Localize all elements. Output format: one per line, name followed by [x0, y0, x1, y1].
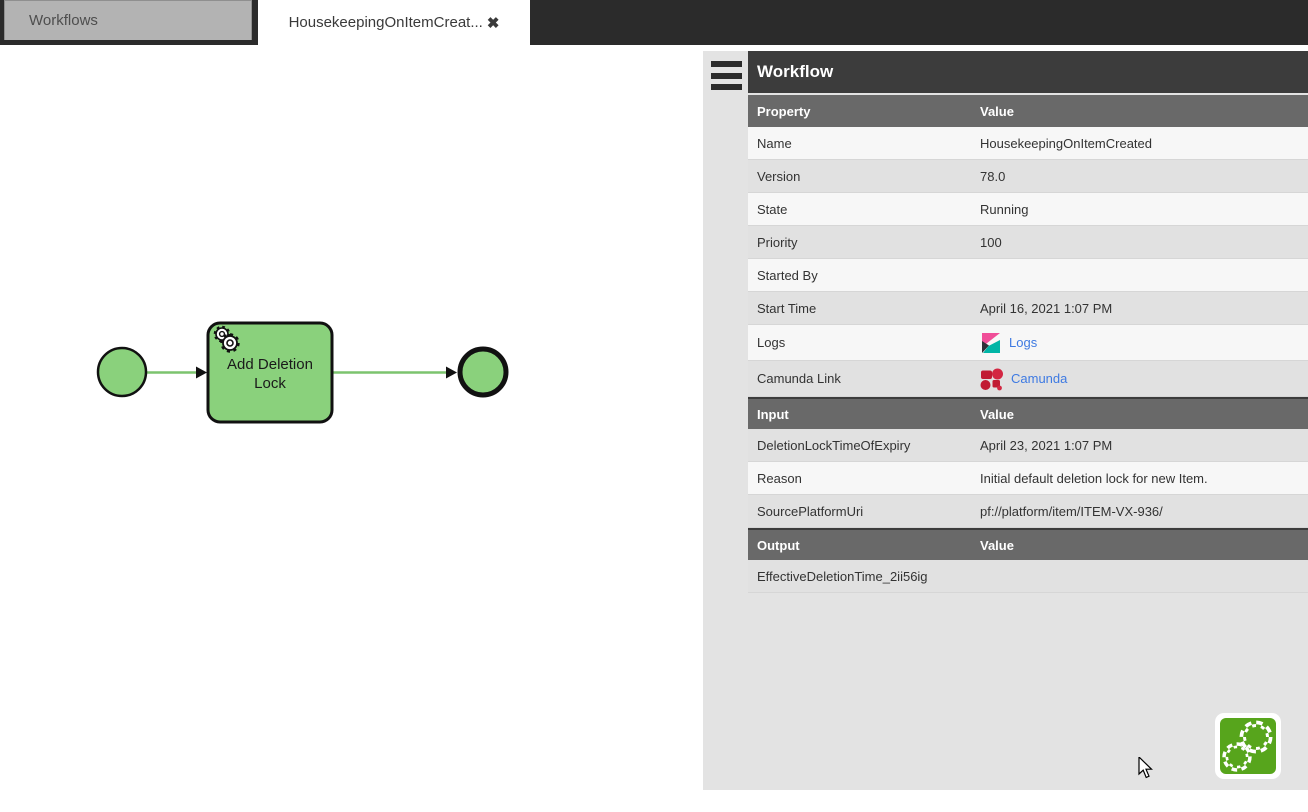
table-row-source-platform-uri: SourcePlatformUri pf://platform/item/ITE… — [748, 495, 1308, 528]
workflow-table-header: Property Value — [748, 95, 1308, 127]
logs-link[interactable]: Logs — [1009, 335, 1037, 350]
kibana-logo-icon — [980, 332, 1002, 354]
camunda-brand-logo[interactable] — [1215, 713, 1281, 779]
property-cell: Started By — [748, 268, 980, 283]
column-header-value: Value — [980, 407, 1308, 422]
bpmn-canvas[interactable]: Add Deletion Lock — [0, 45, 703, 790]
column-header-property: Property — [748, 104, 980, 119]
value-cell: Running — [980, 202, 1308, 217]
camunda-link[interactable]: Camunda — [1011, 371, 1067, 386]
value-cell: 78.0 — [980, 169, 1308, 184]
table-row-reason: Reason Initial default deletion lock for… — [748, 462, 1308, 495]
table-row-priority: Priority 100 — [748, 226, 1308, 259]
property-cell: State — [748, 202, 980, 217]
property-cell: Version — [748, 169, 980, 184]
column-header-value: Value — [980, 538, 1308, 553]
value-cell: Logs — [980, 332, 1308, 354]
table-row-state: State Running — [748, 193, 1308, 226]
properties-panel: Workflow Property Value Name Housekeepin… — [703, 51, 1308, 790]
menu-icon[interactable] — [711, 61, 742, 90]
gear-small — [1225, 745, 1249, 769]
sequence-flow-2[interactable] — [333, 367, 457, 379]
value-cell: Initial default deletion lock for new It… — [980, 471, 1308, 486]
value-cell: April 23, 2021 1:07 PM — [980, 438, 1308, 453]
property-cell: SourcePlatformUri — [748, 504, 980, 519]
property-cell: EffectiveDeletionTime_2ii56ig — [748, 569, 980, 584]
start-event[interactable] — [98, 348, 146, 396]
task-label-line1: Add Deletion — [227, 356, 313, 373]
bpmn-diagram: Add Deletion Lock — [0, 45, 703, 790]
value-cell: 100 — [980, 235, 1308, 250]
column-header-input: Input — [748, 407, 980, 422]
table-row-deletion-lock-expiry: DeletionLockTimeOfExpiry April 23, 2021 … — [748, 429, 1308, 462]
sequence-flow-1[interactable] — [146, 367, 207, 379]
app-window: Workflows HousekeepingOnItemCreat... ✖ — [0, 0, 1308, 812]
panel-title: Workflow — [748, 51, 1308, 93]
table-row-started-by: Started By — [748, 259, 1308, 292]
property-cell: Name — [748, 136, 980, 151]
column-header-output: Output — [748, 538, 980, 553]
tab-housekeeping-on-item-created[interactable]: HousekeepingOnItemCreat... ✖ — [258, 0, 530, 45]
property-cell: DeletionLockTimeOfExpiry — [748, 438, 980, 453]
value-cell: April 16, 2021 1:07 PM — [980, 301, 1308, 316]
panel-content: Workflow Property Value Name Housekeepin… — [748, 51, 1308, 593]
tab-active-label: HousekeepingOnItemCreat... — [289, 14, 483, 31]
table-row-version: Version 78.0 — [748, 160, 1308, 193]
table-row-logs: Logs Logs — [748, 325, 1308, 361]
tab-workflows-label: Workflows — [29, 12, 98, 29]
property-cell: Camunda Link — [748, 371, 980, 386]
close-icon[interactable]: ✖ — [487, 14, 500, 32]
property-cell: Start Time — [748, 301, 980, 316]
end-event[interactable] — [460, 349, 506, 395]
table-row-name: Name HousekeepingOnItemCreated — [748, 127, 1308, 160]
tab-workflows[interactable]: Workflows — [4, 0, 252, 40]
camunda-logo-icon — [980, 367, 1004, 391]
service-task[interactable]: Add Deletion Lock — [208, 323, 332, 422]
value-cell: pf://platform/item/ITEM-VX-936/ — [980, 504, 1308, 519]
output-table-header: Output Value — [748, 528, 1308, 560]
property-cell: Reason — [748, 471, 980, 486]
table-row-effective-deletion-time: EffectiveDeletionTime_2ii56ig — [748, 560, 1308, 593]
value-cell: HousekeepingOnItemCreated — [980, 136, 1308, 151]
property-cell: Priority — [748, 235, 980, 250]
task-label-line2: Lock — [254, 375, 286, 392]
value-cell: Camunda — [980, 367, 1308, 391]
table-row-camunda-link: Camunda Link Camunda — [748, 361, 1308, 397]
table-row-start-time: Start Time April 16, 2021 1:07 PM — [748, 292, 1308, 325]
tab-bar: Workflows HousekeepingOnItemCreat... ✖ — [0, 0, 1308, 45]
column-header-value: Value — [980, 104, 1308, 119]
input-table-header: Input Value — [748, 397, 1308, 429]
property-cell: Logs — [748, 335, 980, 350]
